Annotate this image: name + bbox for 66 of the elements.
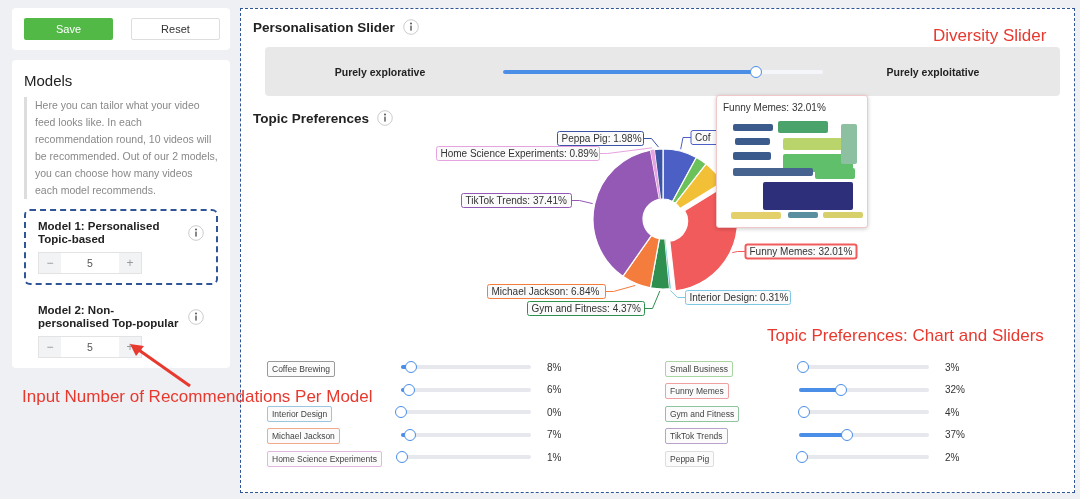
number-value: 5 bbox=[86, 340, 94, 355]
data-label: Gym and Fitness: 4.37% bbox=[531, 303, 642, 314]
leader-line bbox=[644, 290, 661, 309]
data-label: Gym and Fitness: 4.37% bbox=[527, 301, 645, 316]
save-button[interactable]: Save bbox=[24, 18, 113, 40]
annotation-text: Diversity Slider bbox=[933, 26, 1047, 46]
data-label: Home Science Experiments: 0.89% bbox=[436, 146, 600, 161]
model-name: Model 2: Non-personalised Top-popular bbox=[38, 304, 180, 330]
tooltip-title: Funny Memes: 32.01% bbox=[723, 102, 827, 113]
decrement-button[interactable]: − bbox=[39, 253, 61, 273]
data-label: Funny Memes: 32.01% bbox=[749, 246, 853, 257]
info-icon[interactable] bbox=[402, 19, 419, 35]
leader-line bbox=[605, 284, 636, 292]
section-title: Personalisation Slider bbox=[253, 19, 395, 35]
leader-line bbox=[571, 200, 594, 205]
slider-value: 32% bbox=[945, 384, 965, 396]
topic-tag: Peppa Pig bbox=[665, 450, 715, 467]
data-label: TikTok Trends: 37.41% bbox=[465, 195, 567, 206]
data-label: Michael Jackson: 6.84% bbox=[487, 284, 606, 299]
leader-line bbox=[731, 251, 746, 254]
slider-value: 7% bbox=[547, 429, 562, 441]
topic-tag: Small Business bbox=[665, 360, 734, 377]
topic-tag: Funny Memes bbox=[665, 383, 729, 400]
slider-label: Purely exploitative bbox=[885, 65, 981, 78]
topic-tag: Home Science Experiments bbox=[267, 450, 382, 467]
donut-slice[interactable] bbox=[664, 238, 671, 289]
data-label: Cof bbox=[695, 132, 711, 143]
section-title: Models bbox=[24, 72, 74, 89]
data-label: Home Science Experiments: 0.89% bbox=[440, 148, 598, 159]
topic-tag: Interior Design bbox=[267, 405, 333, 422]
info-icon[interactable] bbox=[377, 110, 394, 126]
data-label: Peppa Pig: 1.98% bbox=[557, 131, 644, 146]
data-label: Interior Design: 0.31% bbox=[689, 292, 789, 303]
slider-value: 8% bbox=[547, 361, 562, 373]
number-value: 5 bbox=[86, 256, 94, 271]
leader-line bbox=[680, 137, 692, 150]
topic-tag: Gym and Fitness bbox=[665, 405, 740, 422]
leader-line bbox=[669, 290, 686, 298]
topic-tag: Coffee Brewing bbox=[267, 360, 335, 377]
topic-tag: Michael Jackson bbox=[267, 428, 340, 445]
donut-slice[interactable] bbox=[622, 234, 660, 289]
slider-value: 37% bbox=[945, 429, 965, 441]
section-title: Topic Preferences bbox=[253, 110, 370, 126]
increment-button[interactable]: + bbox=[119, 253, 141, 273]
info-icon[interactable] bbox=[188, 225, 204, 241]
slider-value: 2% bbox=[945, 451, 960, 463]
data-label: Michael Jackson: 6.84% bbox=[491, 286, 600, 297]
slider-label: Purely explorative bbox=[333, 65, 427, 78]
slider-value: 4% bbox=[945, 406, 960, 418]
annotation-text: Input Number of Recommendations Per Model bbox=[22, 387, 373, 407]
info-icon[interactable] bbox=[188, 309, 204, 325]
slider-value: 6% bbox=[547, 384, 562, 396]
slider-value: 3% bbox=[945, 361, 960, 373]
data-label: Funny Memes: 32.01% bbox=[744, 243, 858, 260]
topic-tag: TikTok Trends bbox=[665, 428, 728, 445]
decrement-button[interactable]: − bbox=[39, 337, 61, 357]
slider-value: 1% bbox=[547, 451, 562, 463]
data-label: TikTok Trends: 37.41% bbox=[461, 193, 572, 208]
model-name: Model 1: Personalised Topic-based bbox=[38, 220, 161, 246]
data-label: Peppa Pig: 1.98% bbox=[561, 133, 642, 144]
slider-value: 0% bbox=[547, 406, 562, 418]
number-input[interactable]: − 5 + bbox=[38, 252, 142, 274]
reset-button[interactable]: Reset bbox=[131, 18, 220, 40]
data-label: Interior Design: 0.31% bbox=[685, 290, 791, 305]
annotation-text: Topic Preferences: Chart and Sliders bbox=[767, 326, 1044, 346]
description-text: Here you can tailor what your video feed looks like. In each recommendation round, 10 videos will be recommended. Out of our 2 models, you can choose how many videos each model recommends. bbox=[24, 97, 218, 199]
